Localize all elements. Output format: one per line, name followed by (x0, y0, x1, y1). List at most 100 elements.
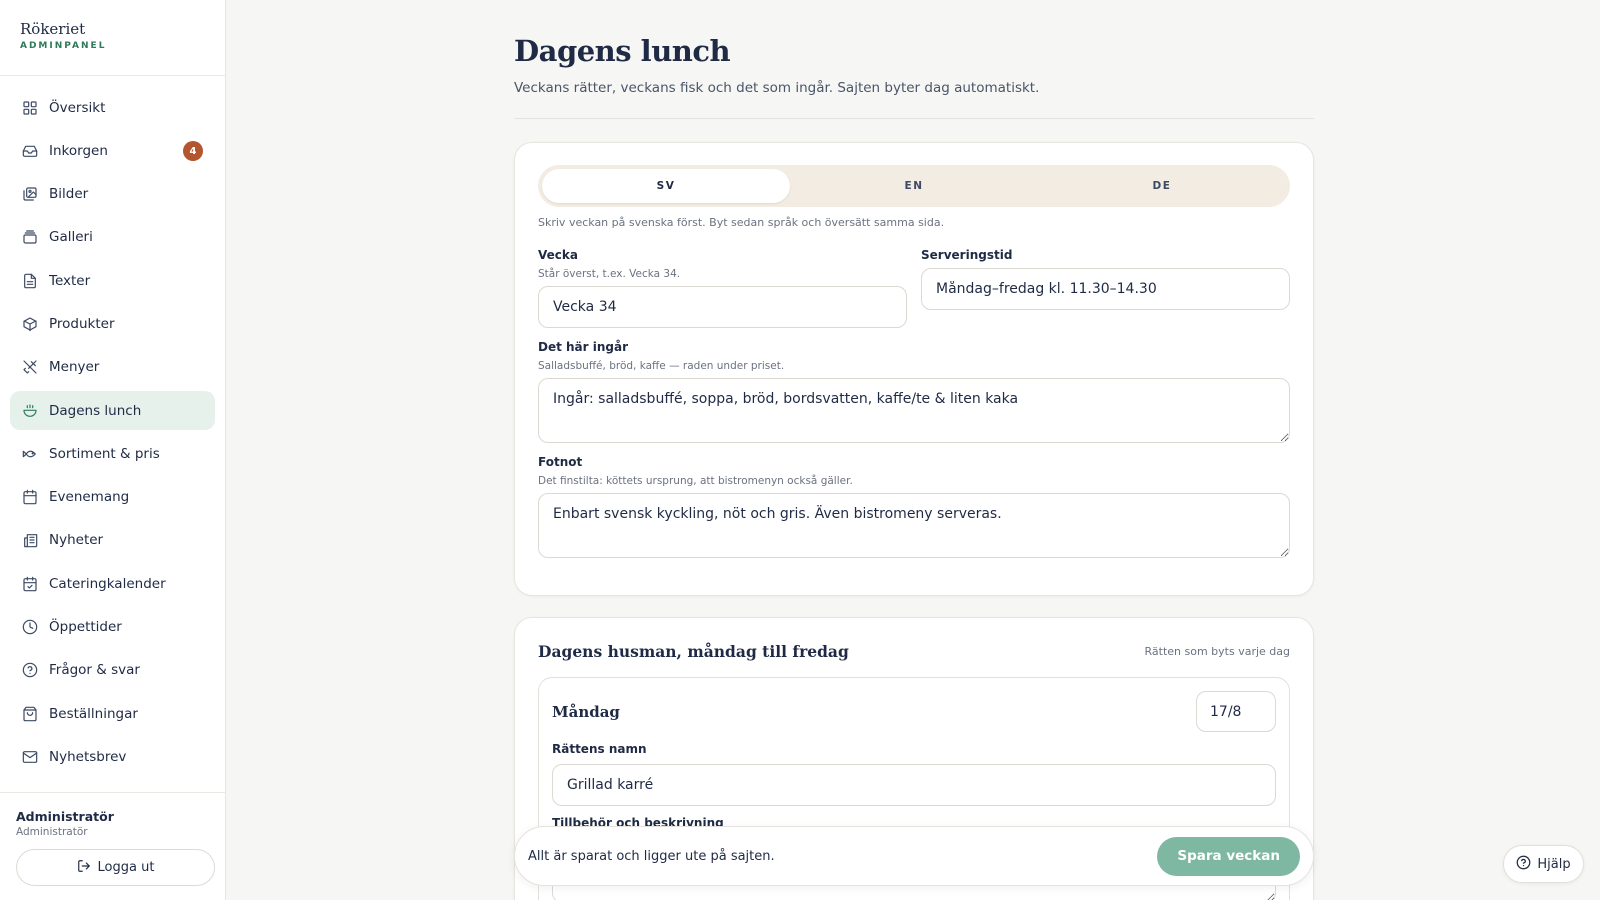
sidebar-item-label: Öppettider (49, 619, 122, 636)
logout-button[interactable]: Logga ut (16, 849, 215, 886)
shopping-bag-icon (22, 706, 38, 722)
language-tabs: SV EN DE (538, 165, 1290, 207)
brand: Rökeriet ADMINPANEL (0, 0, 225, 76)
sidebar-item-sortiment-pris[interactable]: Sortiment & pris (10, 434, 215, 473)
sidebar-item-inkorgen[interactable]: Inkorgen 4 (10, 131, 215, 170)
user-name: Administratör (16, 809, 114, 824)
footnote-field-group: Fotnot Det finstilta: köttets ursprung, … (538, 455, 1290, 558)
sidebar-item-texter[interactable]: Texter (10, 261, 215, 300)
sidebar-item-cateringkalender[interactable]: Cateringkalender (10, 564, 215, 603)
images-icon (22, 186, 38, 202)
sidebar-item-label: Galleri (49, 229, 93, 246)
sidebar-item-evenemang[interactable]: Evenemang (10, 478, 215, 517)
logout-icon (77, 859, 91, 877)
footnote-label: Fotnot (538, 455, 583, 469)
serving-label: Serveringstid (921, 248, 1013, 262)
sidebar-item-label: Evenemang (49, 489, 130, 506)
sidebar-item-label: Bilder (49, 186, 89, 203)
day-header: Måndag (552, 691, 1276, 732)
serving-input[interactable] (921, 268, 1290, 310)
sidebar-item-label: Menyer (49, 359, 100, 376)
brand-name: Rökeriet (20, 20, 86, 38)
included-help: Salladsbuffé, bröd, kaffe — raden under … (538, 360, 785, 372)
sidebar-item-dagens-lunch[interactable]: Dagens lunch (10, 391, 215, 431)
day-name: Måndag (552, 702, 620, 721)
clock-icon (22, 619, 38, 635)
mail-icon (22, 749, 38, 765)
included-field-group: Det här ingår Salladsbuffé, bröd, kaffe … (538, 340, 1290, 443)
user-role: Administratör (16, 826, 88, 838)
week-serving-row: Vecka Står överst, t.ex. Vecka 34. Serve… (538, 248, 1290, 328)
tab-de[interactable]: DE (1038, 169, 1286, 203)
sidebar-item-label: Cateringkalender (49, 575, 166, 592)
sidebar-item-bilder[interactable]: Bilder (10, 175, 215, 214)
husman-header: Dagens husman, måndag till fredag Rätten… (538, 642, 1290, 661)
week-settings-card: SV EN DE Skriv veckan på svenska först. … (514, 142, 1314, 596)
included-label: Det här ingår (538, 340, 629, 354)
help-button[interactable]: Hjälp (1503, 845, 1584, 883)
sidebar-item-label: Nyheter (49, 532, 104, 549)
footnote-help: Det finstilta: köttets ursprung, att bis… (538, 475, 853, 487)
dish-name-label: Rättens namn (552, 742, 647, 756)
week-help: Står överst, t.ex. Vecka 34. (538, 268, 681, 280)
sidebar-item-menyer[interactable]: Menyer (10, 348, 215, 387)
sidebar-item-label: Frågor & svar (49, 662, 140, 679)
sidebar-item-label: Beställningar (49, 705, 138, 722)
sidebar-item-oppettider[interactable]: Öppettider (10, 608, 215, 647)
main-content: Dagens lunch Veckans rätter, veckans fis… (514, 0, 1314, 900)
user-panel: Administratör Administratör Logga ut (0, 792, 225, 900)
week-input[interactable] (538, 286, 907, 328)
husman-note: Rätten som byts varje dag (1144, 645, 1290, 658)
brand-subtitle: ADMINPANEL (20, 41, 107, 51)
serving-field-group: Serveringstid (921, 248, 1290, 328)
document-icon (22, 273, 38, 289)
sidebar-item-label: Nyhetsbrev (49, 748, 127, 765)
sidebar-item-nyhetsbrev[interactable]: Nyhetsbrev (10, 737, 215, 776)
day-date-input[interactable] (1196, 691, 1276, 732)
bowl-icon (22, 403, 38, 419)
save-status: Allt är sparat och ligger ute på sajten. (528, 848, 775, 864)
fish-icon (22, 446, 38, 462)
help-label: Hjälp (1537, 856, 1571, 872)
sidebar-item-label: Texter (49, 272, 91, 289)
calendar-check-icon (22, 576, 38, 592)
help-circle-icon (22, 662, 38, 678)
divider (514, 118, 1314, 119)
sidebar-item-label: Inkorgen (49, 142, 108, 159)
sidebar-item-bestallningar[interactable]: Beställningar (10, 694, 215, 733)
sidebar-item-label: Produkter (49, 315, 115, 332)
calendar-icon (22, 489, 38, 505)
included-textarea[interactable]: Ingår: salladsbuffé, soppa, bröd, bordsv… (538, 378, 1290, 443)
sidebar-item-label: Sortiment & pris (49, 445, 160, 462)
sidebar-item-produkter[interactable]: Produkter (10, 304, 215, 343)
sidebar-item-label: Dagens lunch (49, 402, 142, 419)
help-circle-icon (1516, 855, 1531, 874)
sidebar-item-nyheter[interactable]: Nyheter (10, 521, 215, 560)
unread-badge: 4 (183, 141, 203, 162)
sidebar-item-oversikt[interactable]: Översikt (10, 88, 215, 127)
logout-label: Logga ut (97, 860, 155, 875)
grid-icon (22, 100, 38, 116)
newspaper-icon (22, 532, 38, 548)
husman-title: Dagens husman, måndag till fredag (538, 642, 849, 661)
sidebar-item-fragor-svar[interactable]: Frågor & svar (10, 651, 215, 690)
week-label: Vecka (538, 248, 578, 262)
dish-name-input[interactable] (552, 764, 1276, 806)
week-field-group: Vecka Står överst, t.ex. Vecka 34. (538, 248, 907, 328)
tab-sv[interactable]: SV (542, 169, 790, 203)
package-icon (22, 316, 38, 332)
tab-en[interactable]: EN (790, 169, 1038, 203)
gallery-icon (22, 229, 38, 245)
sidebar-item-galleri[interactable]: Galleri (10, 218, 215, 257)
language-hint: Skriv veckan på svenska först. Byt sedan… (538, 216, 945, 229)
sidebar: Rökeriet ADMINPANEL Översikt Inkorgen 4 Bil… (0, 0, 226, 900)
save-bar: Allt är sparat och ligger ute på sajten.… (514, 826, 1314, 886)
page-subtitle: Veckans rätter, veckans fisk och det som… (514, 80, 1040, 96)
page-title: Dagens lunch (514, 34, 731, 68)
save-week-button[interactable]: Spara veckan (1157, 836, 1300, 876)
footnote-textarea[interactable]: Enbart svensk kyckling, nöt och gris. Äv… (538, 493, 1290, 558)
utensils-icon (22, 359, 38, 375)
sidebar-nav: Översikt Inkorgen 4 Bilder Galleri Texter Prod… (0, 76, 225, 776)
inbox-icon (22, 143, 38, 159)
sidebar-item-label: Översikt (49, 99, 106, 116)
